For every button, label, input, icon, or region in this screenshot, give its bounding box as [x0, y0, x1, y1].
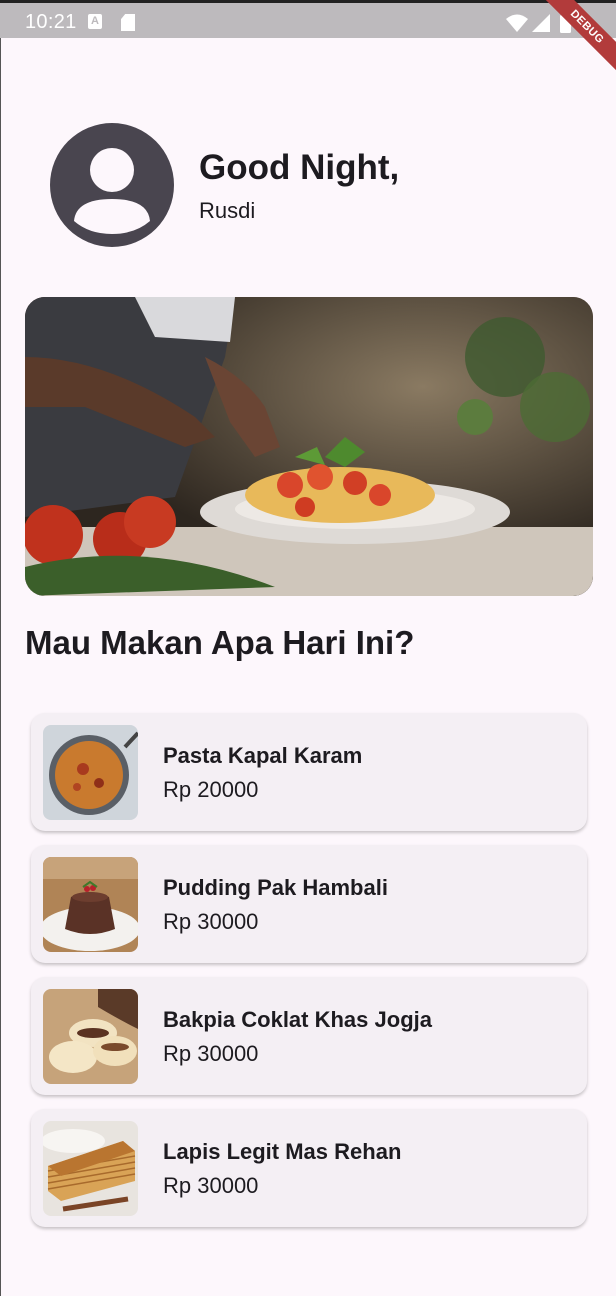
status-bar: 10:21 A	[0, 0, 616, 38]
account-circle-icon[interactable]	[50, 123, 174, 247]
item-price: Rp 30000	[163, 1041, 259, 1066]
item-name: Pasta Kapal Karam	[163, 743, 363, 768]
pudding-photo	[43, 857, 138, 952]
item-name: Lapis Legit Mas Rehan	[163, 1139, 402, 1164]
menu-item-card[interactable]: Lapis Legit Mas Rehan Rp 30000	[31, 1109, 587, 1227]
item-price: Rp 30000	[163, 1173, 259, 1198]
wifi-icon	[506, 14, 528, 32]
menu-item-card[interactable]: Pudding Pak Hambali Rp 30000	[31, 845, 587, 963]
sd-card-icon	[121, 14, 135, 31]
username-text: Rusdi	[199, 198, 256, 223]
greeting-text: Good Night,	[199, 148, 400, 187]
hero-image	[25, 297, 593, 596]
menu-item-card[interactable]: Bakpia Coklat Khas Jogja Rp 30000	[31, 977, 587, 1095]
window-edge	[0, 38, 1, 1296]
item-name: Pudding Pak Hambali	[163, 875, 388, 900]
lapis-legit-photo	[43, 1121, 138, 1216]
menu-item-card[interactable]: Pasta Kapal Karam Rp 20000	[31, 713, 587, 831]
a-icon: A	[88, 14, 102, 29]
item-name: Bakpia Coklat Khas Jogja	[163, 1007, 432, 1032]
item-price: Rp 20000	[163, 777, 259, 802]
bakpia-photo	[43, 989, 138, 1084]
status-time: 10:21	[25, 11, 77, 33]
pasta-photo	[43, 725, 138, 820]
item-price: Rp 30000	[163, 909, 259, 934]
section-title: Mau Makan Apa Hari Ini?	[25, 624, 415, 661]
signal-icon	[532, 14, 550, 32]
